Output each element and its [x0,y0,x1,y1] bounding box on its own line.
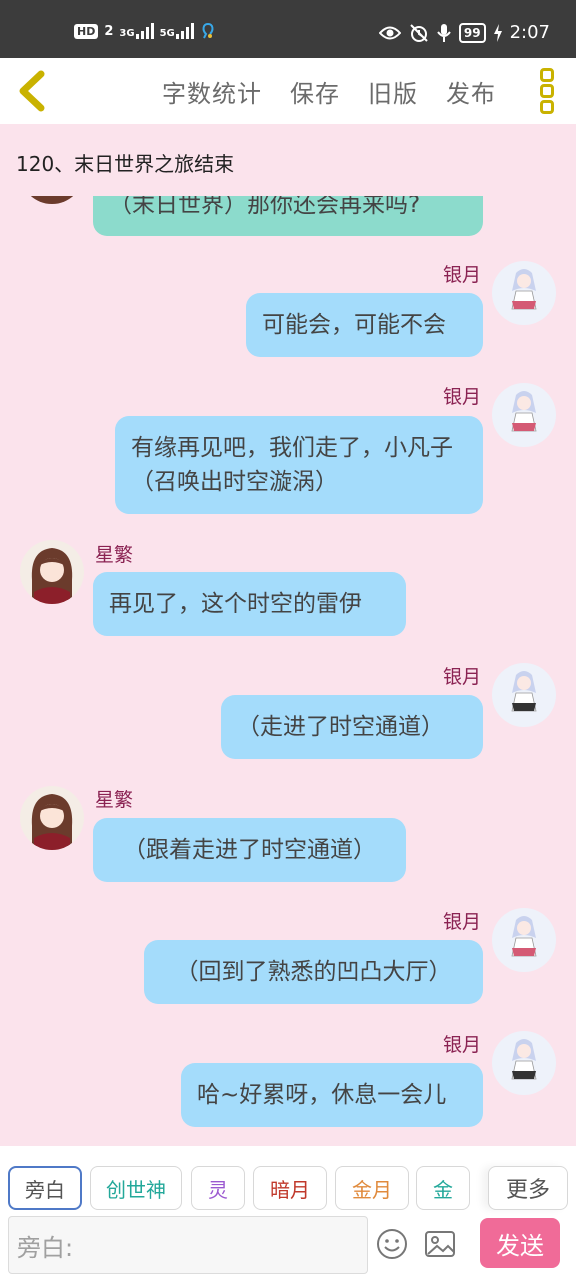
role-chip-label: 旁白 [25,1177,65,1202]
status-left: HD 2 3G 5G [74,22,216,40]
role-chip-label: 金月 [352,1177,392,1202]
role-chip[interactable]: 暗月 [253,1166,327,1210]
eye-icon [378,26,401,39]
avatar[interactable] [20,540,84,604]
avatar[interactable] [492,261,556,325]
clock: 2:07 [509,22,550,43]
speaker-name: 银月 [442,1034,481,1056]
role-chip[interactable]: 金 [416,1166,470,1210]
role-chip-label: 创世神 [106,1177,166,1202]
speaker-name: 星繁 [95,789,134,811]
signal-icon: 3G [119,23,154,39]
role-chip[interactable]: 旁白 [8,1166,82,1210]
message-input[interactable]: 旁白: [8,1216,368,1274]
chat-list[interactable]: （末日世界）那你还会再来吗? 银月 可能会，可能不会 银月 有缘再见吧，我们走了… [0,196,576,1146]
composer: 旁白: 发送 [0,1216,576,1280]
message-bubble[interactable]: （回到了熟悉的凹凸大厅） [144,940,483,1004]
avatar[interactable] [492,383,556,447]
message-bubble[interactable]: 再见了，这个时空的雷伊 [93,572,406,636]
old-version-button[interactable]: 旧版 [368,74,418,109]
message-bubble[interactable]: 可能会，可能不会 [246,293,483,357]
avatar[interactable] [492,908,556,972]
mic-icon [437,23,451,42]
signal-icon: 5G [160,23,194,39]
send-button[interactable]: 发送 [480,1218,560,1268]
role-chip-label: 灵 [208,1177,228,1202]
chapter-title: 120、末日世界之旅结束 [16,152,235,176]
status-bar: HD 2 3G 5G 99 2:07 [0,0,576,58]
save-button[interactable]: 保存 [290,74,340,109]
avatar[interactable] [20,786,84,850]
speaker-name: 星繁 [95,544,134,566]
editor-toolbar: 字数统计 保存 旧版 发布 [0,58,576,124]
message-bubble[interactable]: 哈~好累呀，休息一会儿 [181,1063,483,1127]
signal-label-2: 5G [159,28,175,39]
more-roles-button[interactable]: 更多 [488,1166,568,1210]
data-saver-icon [202,23,214,39]
role-chip[interactable]: 灵 [191,1166,245,1210]
message-bubble[interactable]: （走进了时空通道） [221,695,483,759]
role-selector: 旁白 创世神 灵 暗月 金月 金 更多 [0,1146,576,1216]
message-bubble[interactable]: （跟着走进了时空通道） [93,818,406,882]
charging-icon [493,23,502,42]
toolbar-actions: 字数统计 保存 旧版 发布 [162,74,496,109]
chevron-left-icon[interactable] [10,68,56,114]
more-vertical-icon[interactable] [536,68,558,114]
speaker-name: 银月 [442,911,481,933]
signal-label-1: 3G [119,28,135,39]
status-right: 99 2:07 [378,22,550,43]
emoji-icon[interactable] [376,1228,408,1260]
speaker-name: 银月 [442,666,481,688]
avatar[interactable] [492,1031,556,1095]
alarm-icon [410,23,428,42]
role-chip-label: 暗月 [270,1177,310,1202]
publish-button[interactable]: 发布 [446,74,496,109]
speaker-name: 银月 [442,264,481,286]
word-count-button[interactable]: 字数统计 [162,74,262,109]
speaker-name: 银月 [442,386,481,408]
hd-badge: HD [74,23,99,39]
role-chip-label: 金 [433,1177,453,1202]
battery-level: 99 [458,22,486,43]
message-bubble[interactable]: 有缘再见吧，我们走了，小凡子（召唤出时空漩涡） [115,416,483,514]
image-icon[interactable] [424,1230,456,1258]
role-chip[interactable]: 创世神 [90,1166,182,1210]
avatar[interactable] [492,663,556,727]
role-chip[interactable]: 金月 [335,1166,409,1210]
avatar[interactable] [20,196,84,204]
message-bubble[interactable]: （末日世界）那你还会再来吗? [93,196,483,236]
sim-number: 2 [104,23,114,39]
